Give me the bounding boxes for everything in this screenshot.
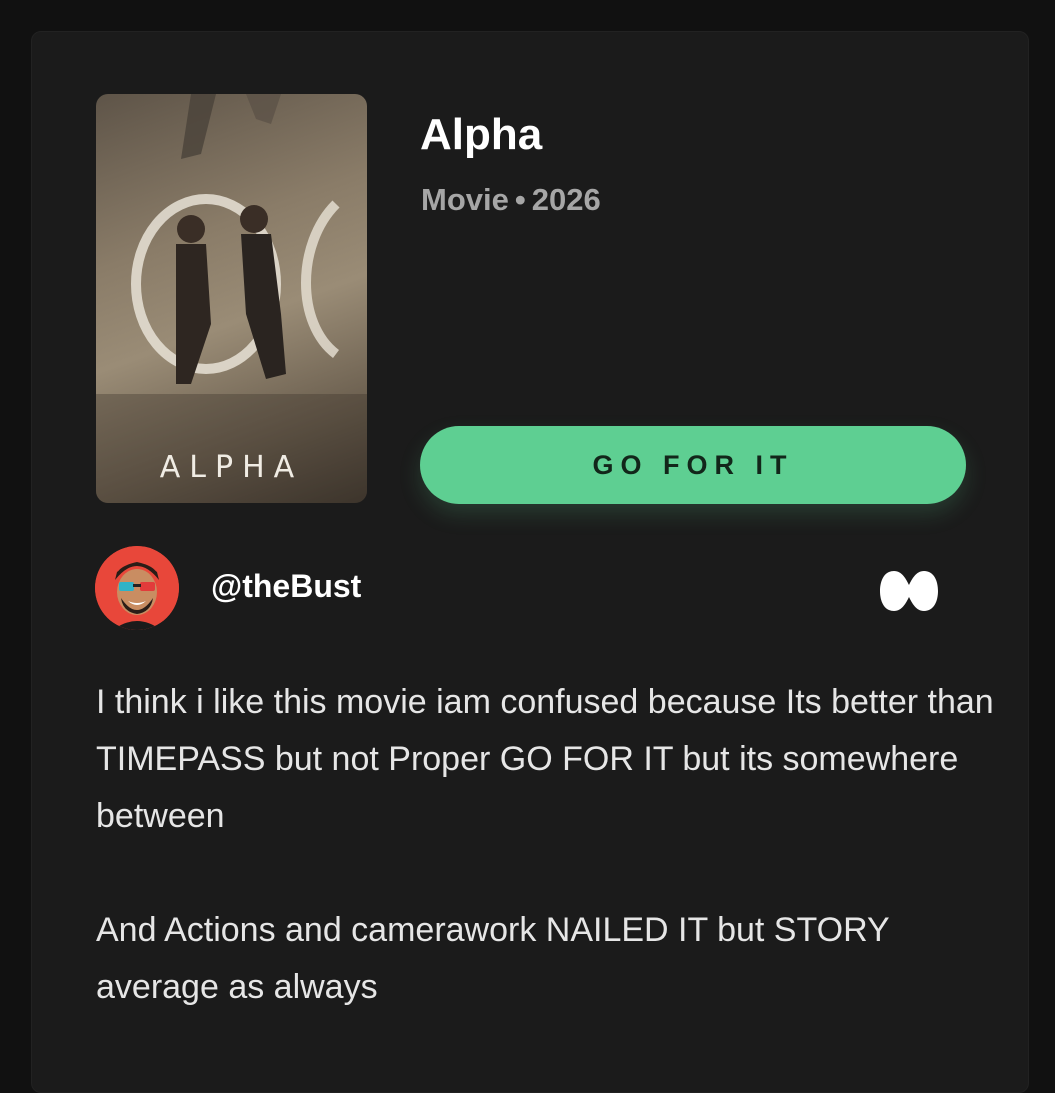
meta-separator: • xyxy=(514,182,526,217)
review-paragraph: And Actions and camerawork NAILED IT but… xyxy=(96,911,890,1006)
poster-title: ALPHA xyxy=(159,450,304,485)
review-text: I think i like this movie iam confused b… xyxy=(96,674,996,1016)
review-paragraph: I think i like this movie iam confused b… xyxy=(96,683,994,835)
movie-poster[interactable]: ALPHA xyxy=(96,94,367,503)
avatar-face-icon xyxy=(95,546,179,630)
verdict-button[interactable]: GO FOR IT xyxy=(420,426,966,504)
alpha-infinity-icon xyxy=(880,571,938,611)
movie-title: Alpha xyxy=(420,110,543,159)
movie-type: Movie xyxy=(421,182,509,217)
review-username[interactable]: @theBust xyxy=(211,568,361,605)
movie-meta: Movie • 2026 xyxy=(421,182,601,218)
avatar[interactable] xyxy=(95,546,179,630)
poster-artwork xyxy=(96,94,367,503)
review-card: ALPHA Alpha Movie • 2026 GO FOR IT @theBus… xyxy=(31,31,1029,1093)
movie-year: 2026 xyxy=(531,182,601,217)
